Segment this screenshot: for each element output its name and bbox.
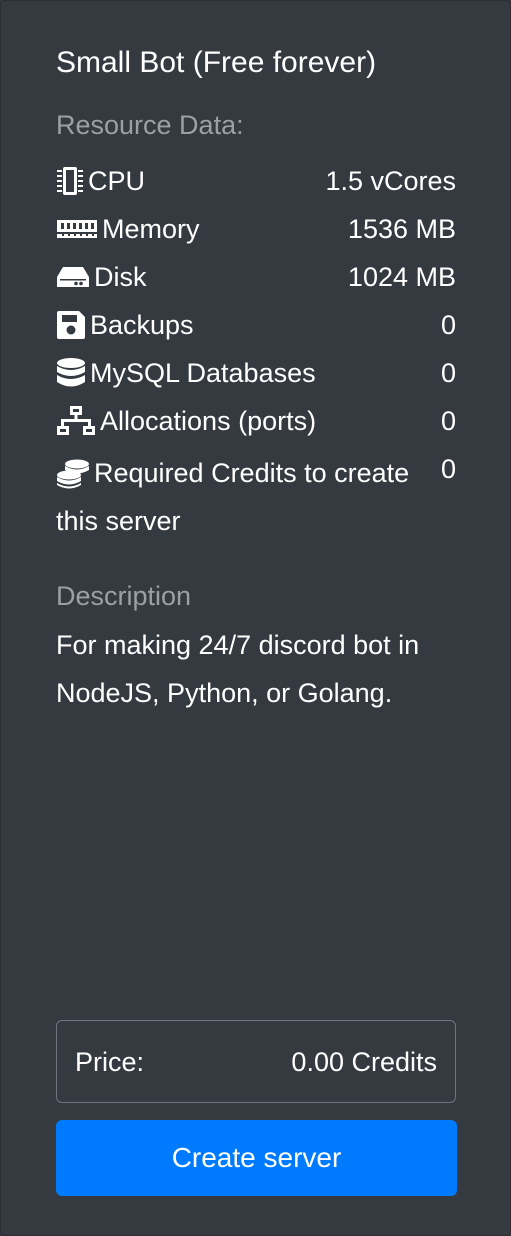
product-title: Small Bot (Free forever): [56, 46, 377, 79]
resource-row-mysql: MySQL Databases 0: [56, 353, 456, 393]
coins-icon: [56, 454, 90, 494]
resource-data-label: Resource Data:: [56, 110, 244, 140]
required-credits-value: 0: [441, 454, 457, 484]
required-credits-label: Required Credits to create this server: [56, 449, 441, 545]
save-icon: [56, 305, 86, 345]
price-amount: 0.00 Credits: [291, 1047, 437, 1077]
resource-name: Memory: [102, 214, 200, 244]
price-box: Price: 0.00 Credits: [56, 1020, 456, 1103]
resource-name: Disk: [94, 262, 147, 292]
resource-name: MySQL Databases: [90, 358, 316, 388]
resource-row-memory: Memory 1536 MB: [56, 209, 456, 249]
price-label: Price:: [75, 1047, 145, 1077]
network-icon: [56, 401, 96, 441]
resource-row-allocations: Allocations (ports) 0: [56, 401, 456, 441]
cpu-chip-icon: [56, 161, 84, 201]
resource-name: Allocations (ports): [100, 406, 317, 436]
memory-icon: [56, 209, 98, 249]
resource-value: 1024 MB: [347, 262, 456, 292]
resource-value: 0: [440, 358, 456, 388]
resource-row-disk: Disk 1024 MB: [56, 257, 456, 297]
resource-value: 0: [440, 310, 456, 340]
required-credits-text: Required Credits to create this server: [56, 458, 410, 536]
resource-row-backups: Backups 0: [56, 305, 456, 345]
product-card: Small Bot (Free forever) Resource Data:: [0, 0, 511, 1236]
resource-value: 1536 MB: [347, 214, 456, 244]
description-label: Description: [56, 581, 192, 611]
database-icon: [56, 353, 86, 393]
resource-row-cpu: CPU 1.5 vCores: [56, 161, 456, 201]
resource-value: 0: [440, 406, 456, 436]
resource-name: Backups: [90, 310, 194, 340]
resource-value: 1.5 vCores: [325, 166, 456, 196]
description-text: For making 24/7 discord bot in NodeJS, P…: [56, 630, 420, 708]
hdd-icon: [56, 257, 90, 297]
resource-name: CPU: [88, 166, 146, 196]
create-server-button[interactable]: Create server: [56, 1120, 457, 1196]
